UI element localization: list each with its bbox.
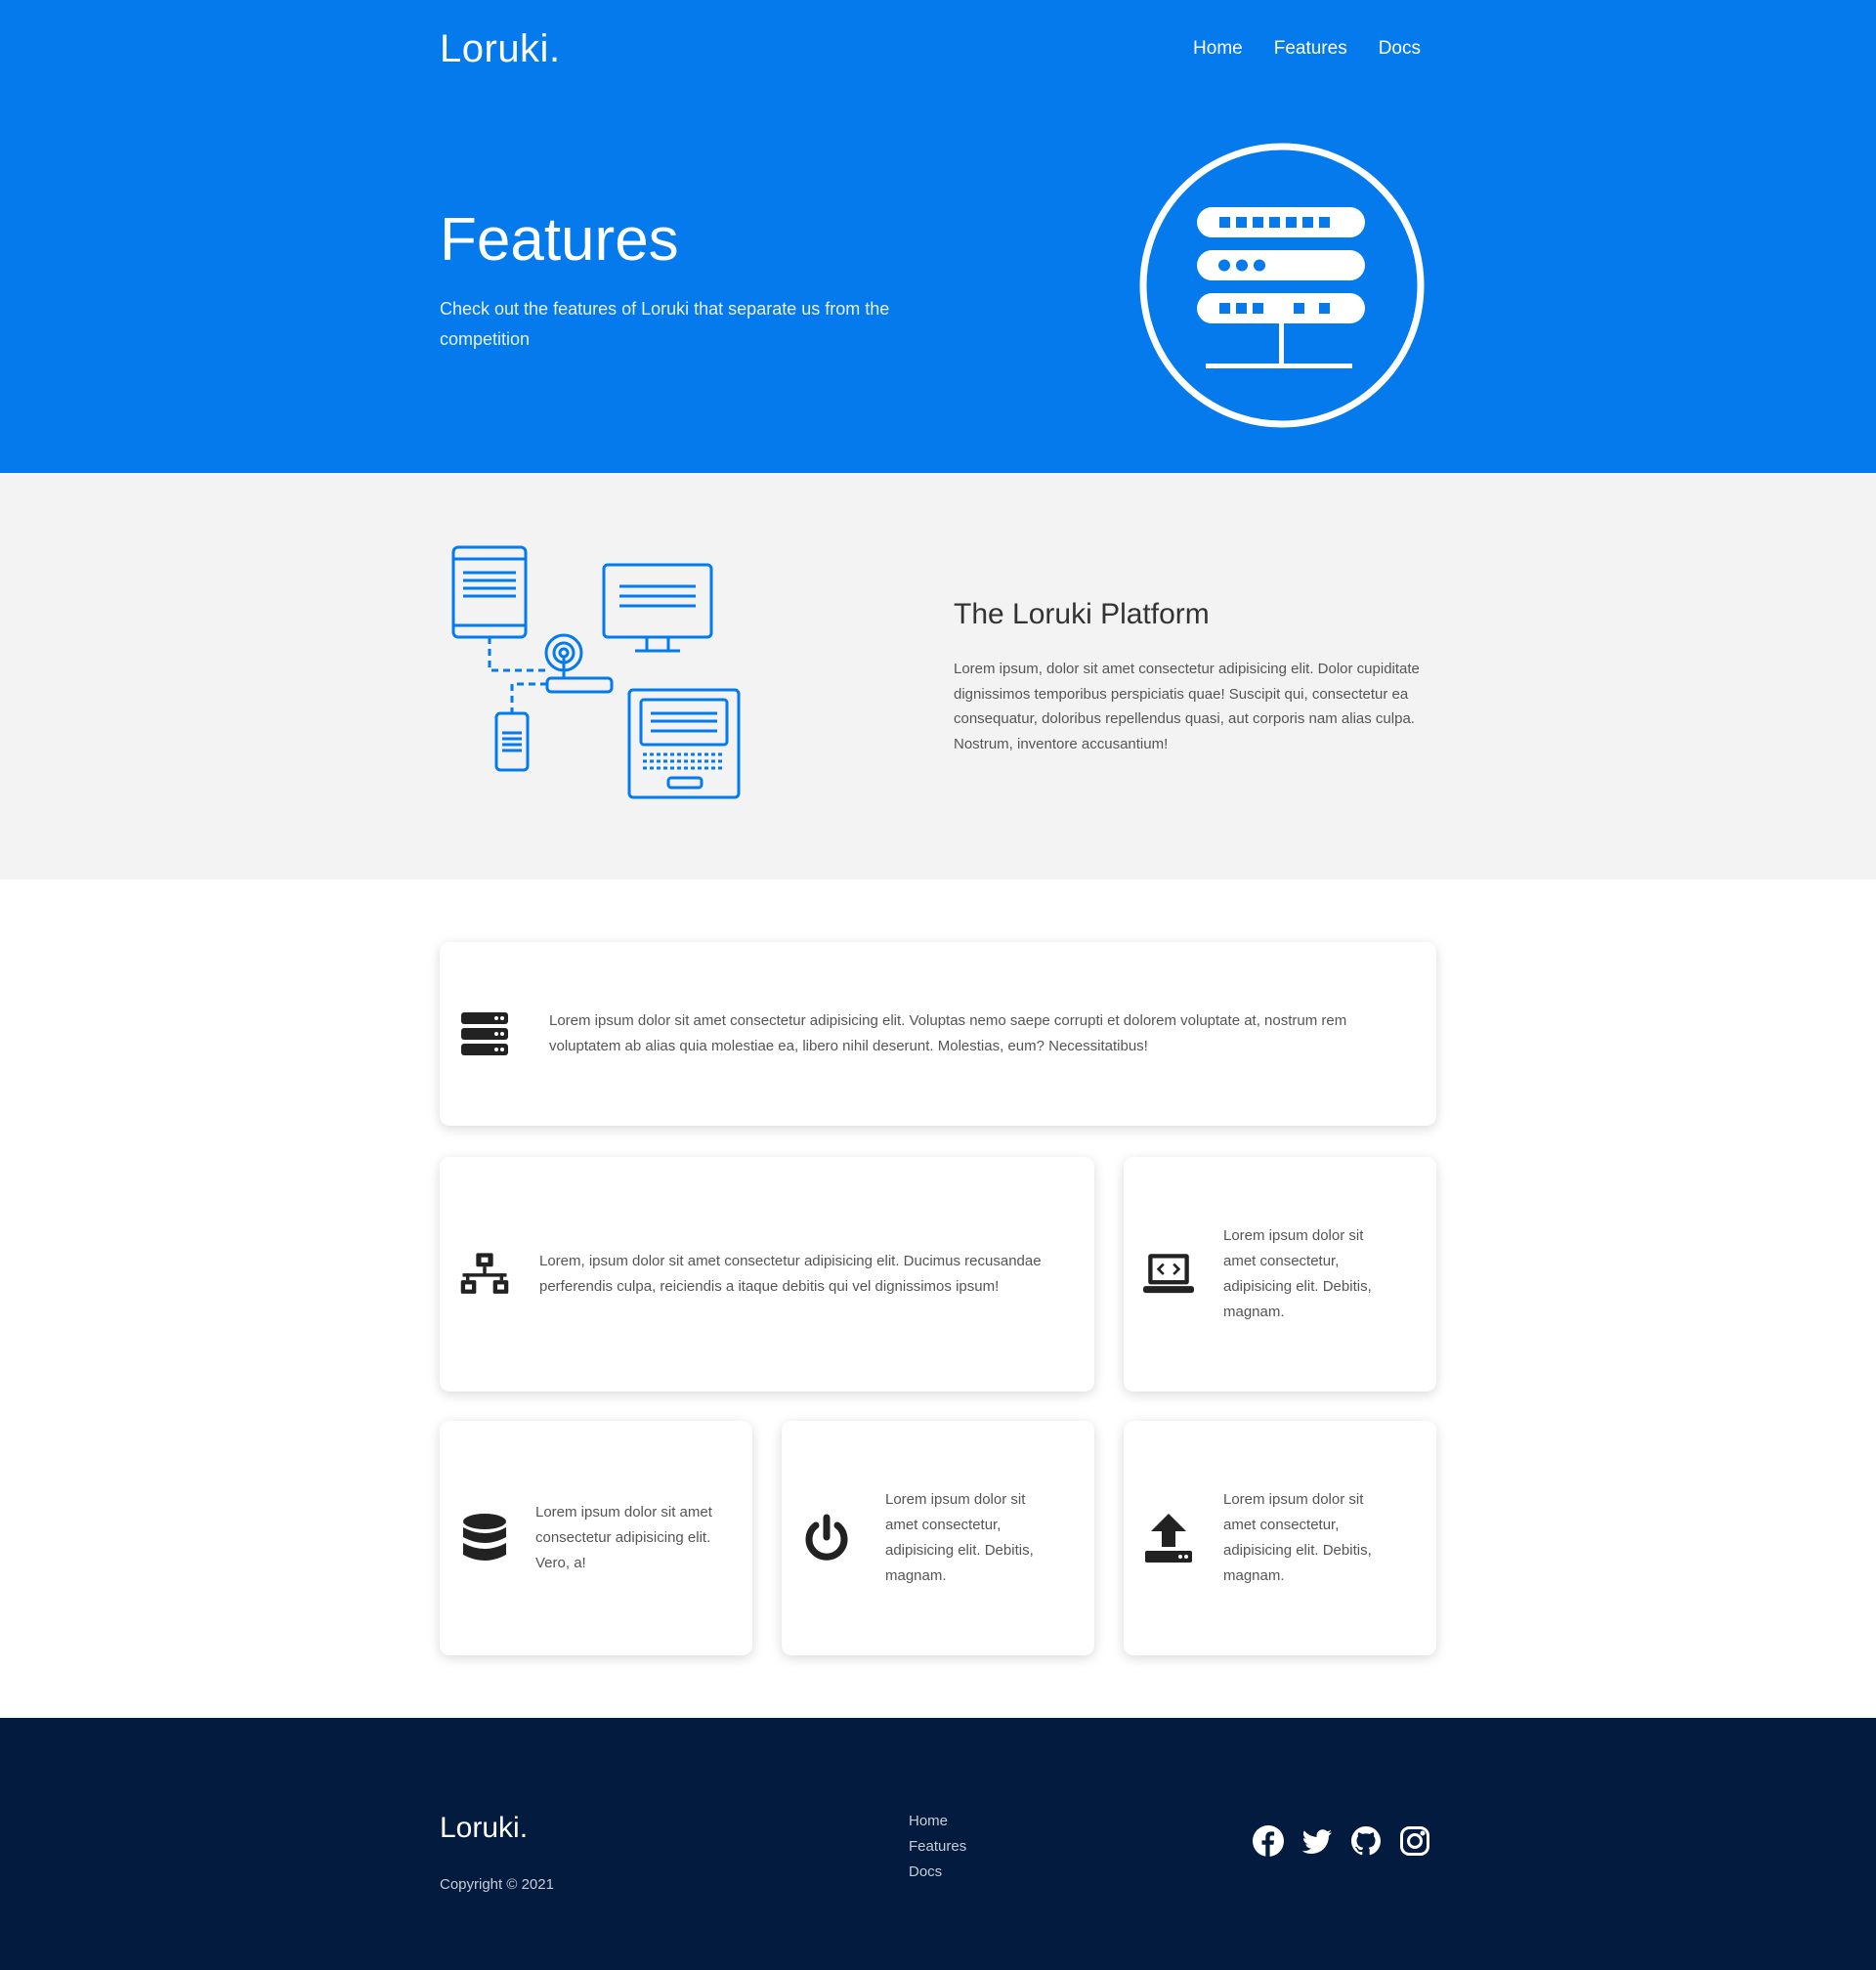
page-title: Features	[440, 206, 679, 274]
platform-title: The Loruki Platform	[954, 598, 1210, 630]
footer-nav: Home Features Docs	[909, 1812, 966, 1882]
footer-features-link[interactable]: Features	[909, 1837, 966, 1857]
laptop-code-icon	[1143, 1249, 1194, 1300]
database-icon	[459, 1513, 510, 1563]
nav-menu: Home Features Docs	[1193, 38, 1421, 60]
nav-docs-link[interactable]: Docs	[1379, 38, 1421, 60]
feature-card: Lorem ipsum dolor sit amet consectetur a…	[440, 1421, 752, 1655]
copyright-text: Copyright © 2021	[440, 1876, 554, 1893]
feature-text: Lorem ipsum dolor sit amet consectetur a…	[535, 1504, 712, 1571]
nav-home-link[interactable]: Home	[1193, 38, 1243, 60]
connected-devices-icon	[451, 545, 745, 809]
platform-description: Lorem ipsum, dolor sit amet consectetur …	[954, 661, 1420, 752]
feature-text: Lorem ipsum dolor sit amet consectetur, …	[1223, 1227, 1372, 1320]
instagram-icon[interactable]	[1399, 1825, 1430, 1857]
footer: Loruki. Copyright © 2021 Home Features D…	[0, 1718, 1876, 1970]
feature-card: Lorem ipsum dolor sit amet consectetur, …	[1124, 1421, 1436, 1655]
footer-docs-link[interactable]: Docs	[909, 1863, 966, 1882]
feature-text: Lorem ipsum dolor sit amet consectetur, …	[885, 1491, 1034, 1584]
server-icon	[459, 1008, 510, 1059]
power-off-icon	[801, 1513, 852, 1563]
twitter-icon[interactable]	[1301, 1825, 1333, 1857]
platform-section: The Loruki Platform Lorem ipsum, dolor s…	[0, 473, 1876, 879]
feature-card: Lorem ipsum dolor sit amet consectetur a…	[440, 942, 1436, 1126]
hero-section: Loruki. Home Features Docs Features Chec…	[0, 0, 1876, 473]
network-wired-icon	[459, 1249, 510, 1300]
feature-text: Lorem, ipsum dolor sit amet consectetur …	[539, 1253, 1042, 1295]
feature-card: Lorem ipsum dolor sit amet consectetur, …	[782, 1421, 1094, 1655]
github-icon[interactable]	[1350, 1825, 1382, 1857]
brand-logo[interactable]: Loruki.	[440, 27, 561, 71]
feature-text: Lorem ipsum dolor sit amet consectetur, …	[1223, 1491, 1372, 1584]
nav-features-link[interactable]: Features	[1274, 38, 1347, 60]
hero-subtitle: Check out the features of Loruki that se…	[440, 299, 890, 349]
footer-logo[interactable]: Loruki.	[440, 1812, 528, 1845]
social-links	[1253, 1825, 1430, 1857]
server-icon	[1139, 143, 1425, 428]
features-section: Lorem ipsum dolor sit amet consectetur a…	[0, 879, 1876, 1718]
feature-card: Lorem ipsum dolor sit amet consectetur, …	[1124, 1157, 1436, 1392]
feature-card: Lorem, ipsum dolor sit amet consectetur …	[440, 1157, 1094, 1392]
facebook-icon[interactable]	[1253, 1825, 1284, 1857]
footer-home-link[interactable]: Home	[909, 1812, 966, 1831]
upload-icon	[1143, 1513, 1194, 1563]
navbar: Loruki. Home Features Docs	[440, 0, 1436, 98]
feature-text: Lorem ipsum dolor sit amet consectetur a…	[549, 1012, 1347, 1054]
